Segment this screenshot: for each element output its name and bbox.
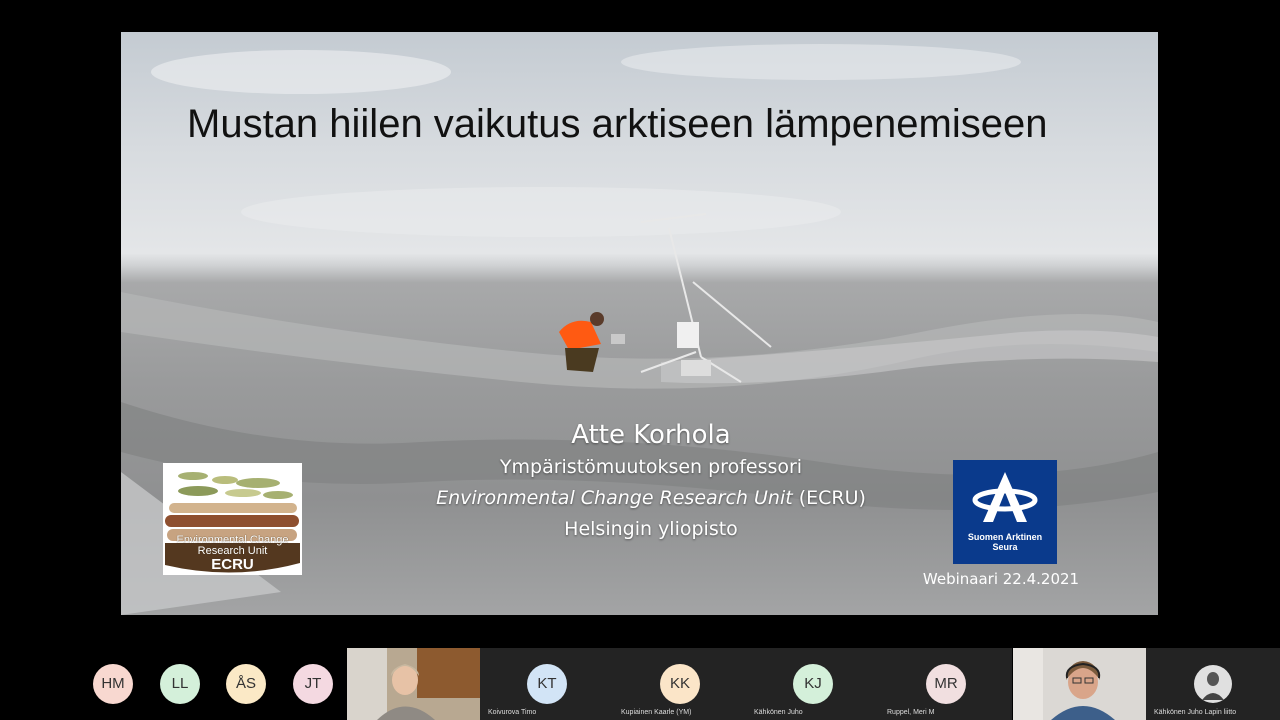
presenter-role: Ympäristömuutoksen professori — [499, 456, 803, 478]
presentation-slide: Mustan hiilen vaikutus arktiseen lämpene… — [121, 32, 1158, 615]
participant-tile-mr[interactable]: MR Ruppel, Meri M — [879, 648, 1012, 720]
university: Helsingin yliopisto — [564, 518, 738, 540]
research-unit-abbrev: (ECRU) — [792, 487, 866, 509]
participant-avatar-as[interactable]: ÅS — [226, 664, 266, 704]
participant-avatar-jt[interactable]: JT — [293, 664, 333, 704]
participant-tile-kt[interactable]: KT Koivurova Timo — [480, 648, 613, 720]
participant-name: Koivurova Timo — [488, 709, 537, 716]
presenter-name: Atte Korhola — [571, 420, 731, 450]
speaker-video — [1013, 648, 1146, 720]
participant-tile-avatar: MR — [926, 664, 966, 704]
participant-name: Kähkönen Juho Lapin liitto — [1154, 709, 1237, 716]
sas-logo-line1: Suomen Arktinen — [967, 532, 1043, 542]
participant-avatar-hm[interactable]: HM — [93, 664, 133, 704]
participant-tile-avatar: KT — [527, 664, 567, 704]
participant-name: Ruppel, Meri M — [887, 709, 935, 716]
suomen-arktinen-seura-logo: Suomen Arktinen Seura — [953, 460, 1057, 564]
participant-tile-avatar: KJ — [793, 664, 833, 704]
research-unit: Environmental Change Research Unit (ECRU… — [371, 483, 931, 514]
participant-tile-jk[interactable]: Kähkönen Juho Lapin liitto — [1146, 648, 1280, 720]
sas-logo-line2: Seura — [992, 542, 1018, 552]
webinar-date: Webinaari 22.4.2021 — [922, 570, 1080, 588]
participant-video — [347, 648, 480, 720]
participant-name: Kupiainen Kaarle (YM) — [621, 709, 692, 716]
active-speaker-video-tile[interactable] — [1013, 648, 1146, 720]
ecru-logo: Environmental Change Research Unit ECRU — [163, 463, 302, 575]
participant-avatar-ll[interactable]: LL — [160, 664, 200, 704]
participant-tile-kk[interactable]: KK Kupiainen Kaarle (YM) — [613, 648, 746, 720]
slide-title: Mustan hiilen vaikutus arktiseen lämpene… — [187, 102, 1048, 146]
research-unit-name: Environmental Change Research Unit — [436, 487, 793, 509]
participant-tile-kj[interactable]: KJ Kähkönen Juho — [746, 648, 879, 720]
participant-video-tile[interactable] — [347, 648, 480, 720]
participant-name: Kähkönen Juho — [754, 709, 803, 716]
participant-tile-avatar: KK — [660, 664, 700, 704]
presenter-info: Atte Korhola Ympäristömuutoksen professo… — [371, 418, 931, 545]
ecru-logo-line3: ECRU — [211, 556, 254, 573]
